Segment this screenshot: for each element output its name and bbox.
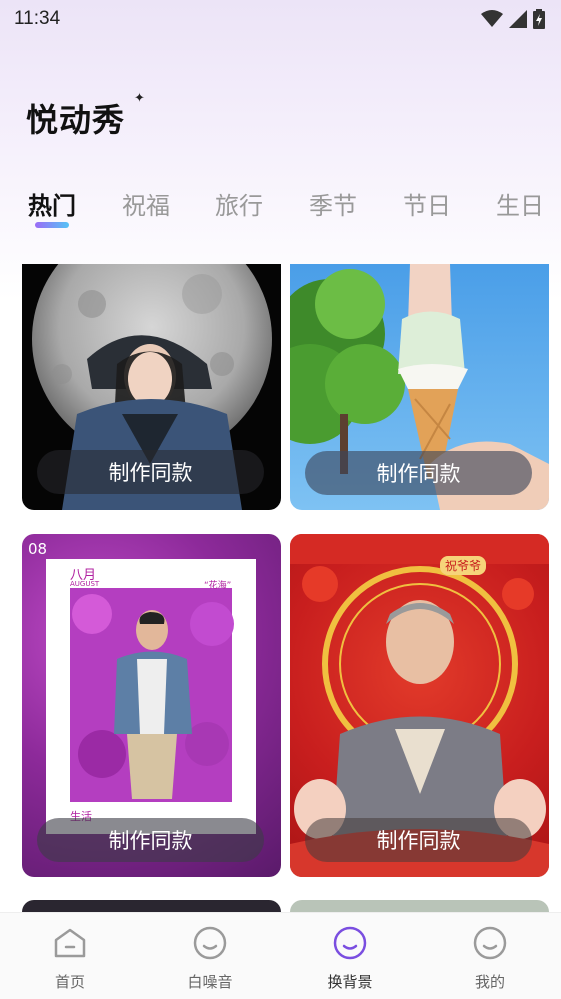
app-title: 悦动秀 [26, 101, 126, 139]
category-tabs: 热门 祝福 旅行 季节 节日 生日 [0, 186, 561, 234]
template-card[interactable] [290, 900, 549, 912]
tab-season[interactable]: 季节 [309, 186, 357, 221]
make-same-button[interactable]: 制作同款 [37, 450, 264, 494]
make-same-button[interactable]: 制作同款 [305, 818, 532, 862]
tab-festival[interactable]: 节日 [403, 186, 451, 221]
template-grid: 制作同款 制作同款 08 八月 AUGUST “花海” 生活 制作同款 祝爷爷 … [0, 264, 561, 912]
status-bar: 11:34 [0, 0, 561, 38]
nav-mine-label: 我的 [474, 973, 505, 991]
tab-travel[interactable]: 旅行 [215, 186, 263, 221]
blessing-banner: 祝爷爷 [440, 556, 487, 575]
month-en-label: AUGUST [70, 580, 100, 588]
nav-home-label: 首页 [54, 973, 85, 991]
tab-blessing[interactable]: 祝福 [122, 186, 170, 221]
template-card[interactable]: 制作同款 [290, 264, 549, 510]
nav-change-background-label: 换背景 [327, 973, 373, 991]
status-time: 11:34 [14, 8, 61, 29]
header-background [0, 0, 561, 300]
sparkle-icon: ✦ [134, 91, 145, 106]
home-icon [54, 928, 86, 958]
make-same-button[interactable]: 制作同款 [305, 451, 532, 495]
tab-hot[interactable]: 热门 [28, 186, 76, 221]
nav-change-background[interactable]: 换背景 [280, 913, 420, 999]
date-number: 08 [28, 540, 48, 558]
nav-white-noise-label: 白噪音 [187, 973, 233, 991]
nav-mine[interactable]: 我的 [420, 913, 560, 999]
template-card[interactable] [22, 900, 281, 912]
nav-white-noise[interactable]: 白噪音 [140, 913, 280, 999]
tab-birthday[interactable]: 生日 [496, 186, 544, 221]
smile-icon [193, 926, 227, 960]
status-icons [481, 9, 545, 29]
smile-icon [333, 926, 367, 960]
flower-tag: “花海” [204, 581, 232, 591]
template-card[interactable]: 制作同款 [22, 264, 281, 510]
battery-icon [533, 9, 545, 29]
nav-home[interactable]: 首页 [0, 913, 140, 999]
bottom-nav: 首页 白噪音 换背景 我的 [0, 912, 561, 999]
make-same-button[interactable]: 制作同款 [37, 818, 264, 862]
signal-icon [509, 10, 527, 28]
active-tab-indicator [35, 222, 69, 228]
wifi-icon [481, 10, 503, 27]
template-card[interactable]: 祝爷爷 制作同款 [290, 534, 549, 877]
smile-icon [473, 926, 507, 960]
template-card[interactable]: 08 八月 AUGUST “花海” 生活 制作同款 [22, 534, 281, 877]
